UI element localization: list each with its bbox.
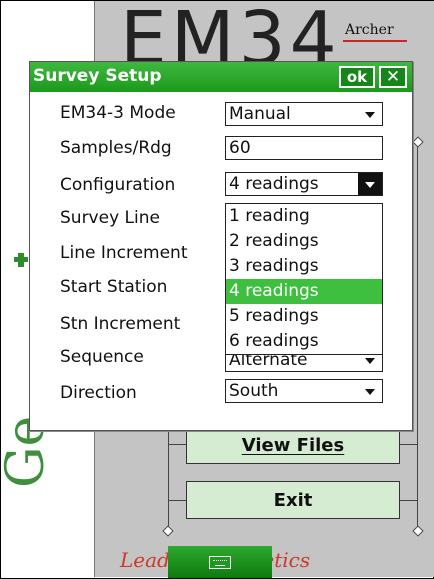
samples-rdg-input[interactable]: 60 [225,136,383,160]
em34-mode-value: Manual [229,104,291,124]
button-rail-left [168,430,169,530]
configuration-value: 4 readings [229,174,319,194]
configuration-option[interactable]: 3 readings [226,254,382,279]
configuration-option[interactable]: 4 readings [226,279,382,304]
label-em34-mode: EM34-3 Mode [60,103,176,123]
configuration-option[interactable]: 5 readings [226,304,382,329]
view-files-label: View Files [241,434,345,456]
label-line-increment: Line Increment [60,243,188,263]
chevron-down-icon [365,112,375,118]
button-rail-right [417,140,418,530]
survey-setup-dialog: Survey Setup ok ✕ EM34-3 Mode Samples/Rd… [29,61,413,431]
logo-mark-bar [14,257,28,262]
close-button[interactable]: ✕ [379,66,407,88]
ok-button[interactable]: ok [339,66,375,88]
dropdown-button[interactable] [358,173,382,195]
chevron-down-icon [365,182,375,188]
configuration-option[interactable]: 6 readings [226,329,382,354]
configuration-select[interactable]: 4 readings [225,172,383,196]
brand-label: Archer [345,22,394,38]
label-stn-increment: Stn Increment [60,314,181,334]
exit-label: Exit [273,489,313,511]
samples-rdg-value: 60 [229,138,251,158]
keyboard-icon [209,555,231,569]
direction-value: South [229,381,279,401]
label-start-station: Start Station [60,277,168,297]
label-samples-rdg: Samples/Rdg [60,138,172,158]
configuration-dropdown-list: 1 reading 2 readings 3 readings 4 readin… [225,203,383,355]
configuration-option[interactable]: 2 readings [226,229,382,254]
direction-select[interactable]: South [225,379,383,403]
label-configuration: Configuration [60,175,176,195]
configuration-option[interactable]: 1 reading [226,204,382,229]
dialog-titlebar: Survey Setup ok ✕ [30,62,412,92]
em34-mode-select[interactable]: Manual [225,102,383,126]
view-files-button[interactable]: View Files [186,426,400,464]
dialog-title: Survey Setup [33,66,162,86]
label-direction: Direction [60,383,137,403]
chevron-down-icon [365,389,375,395]
brand-underline [343,40,407,42]
label-sequence: Sequence [60,347,144,367]
label-survey-line: Survey Line [60,208,160,228]
taskbar-keyboard-button[interactable] [168,546,272,578]
chevron-down-icon [365,358,375,364]
exit-button[interactable]: Exit [186,481,400,519]
